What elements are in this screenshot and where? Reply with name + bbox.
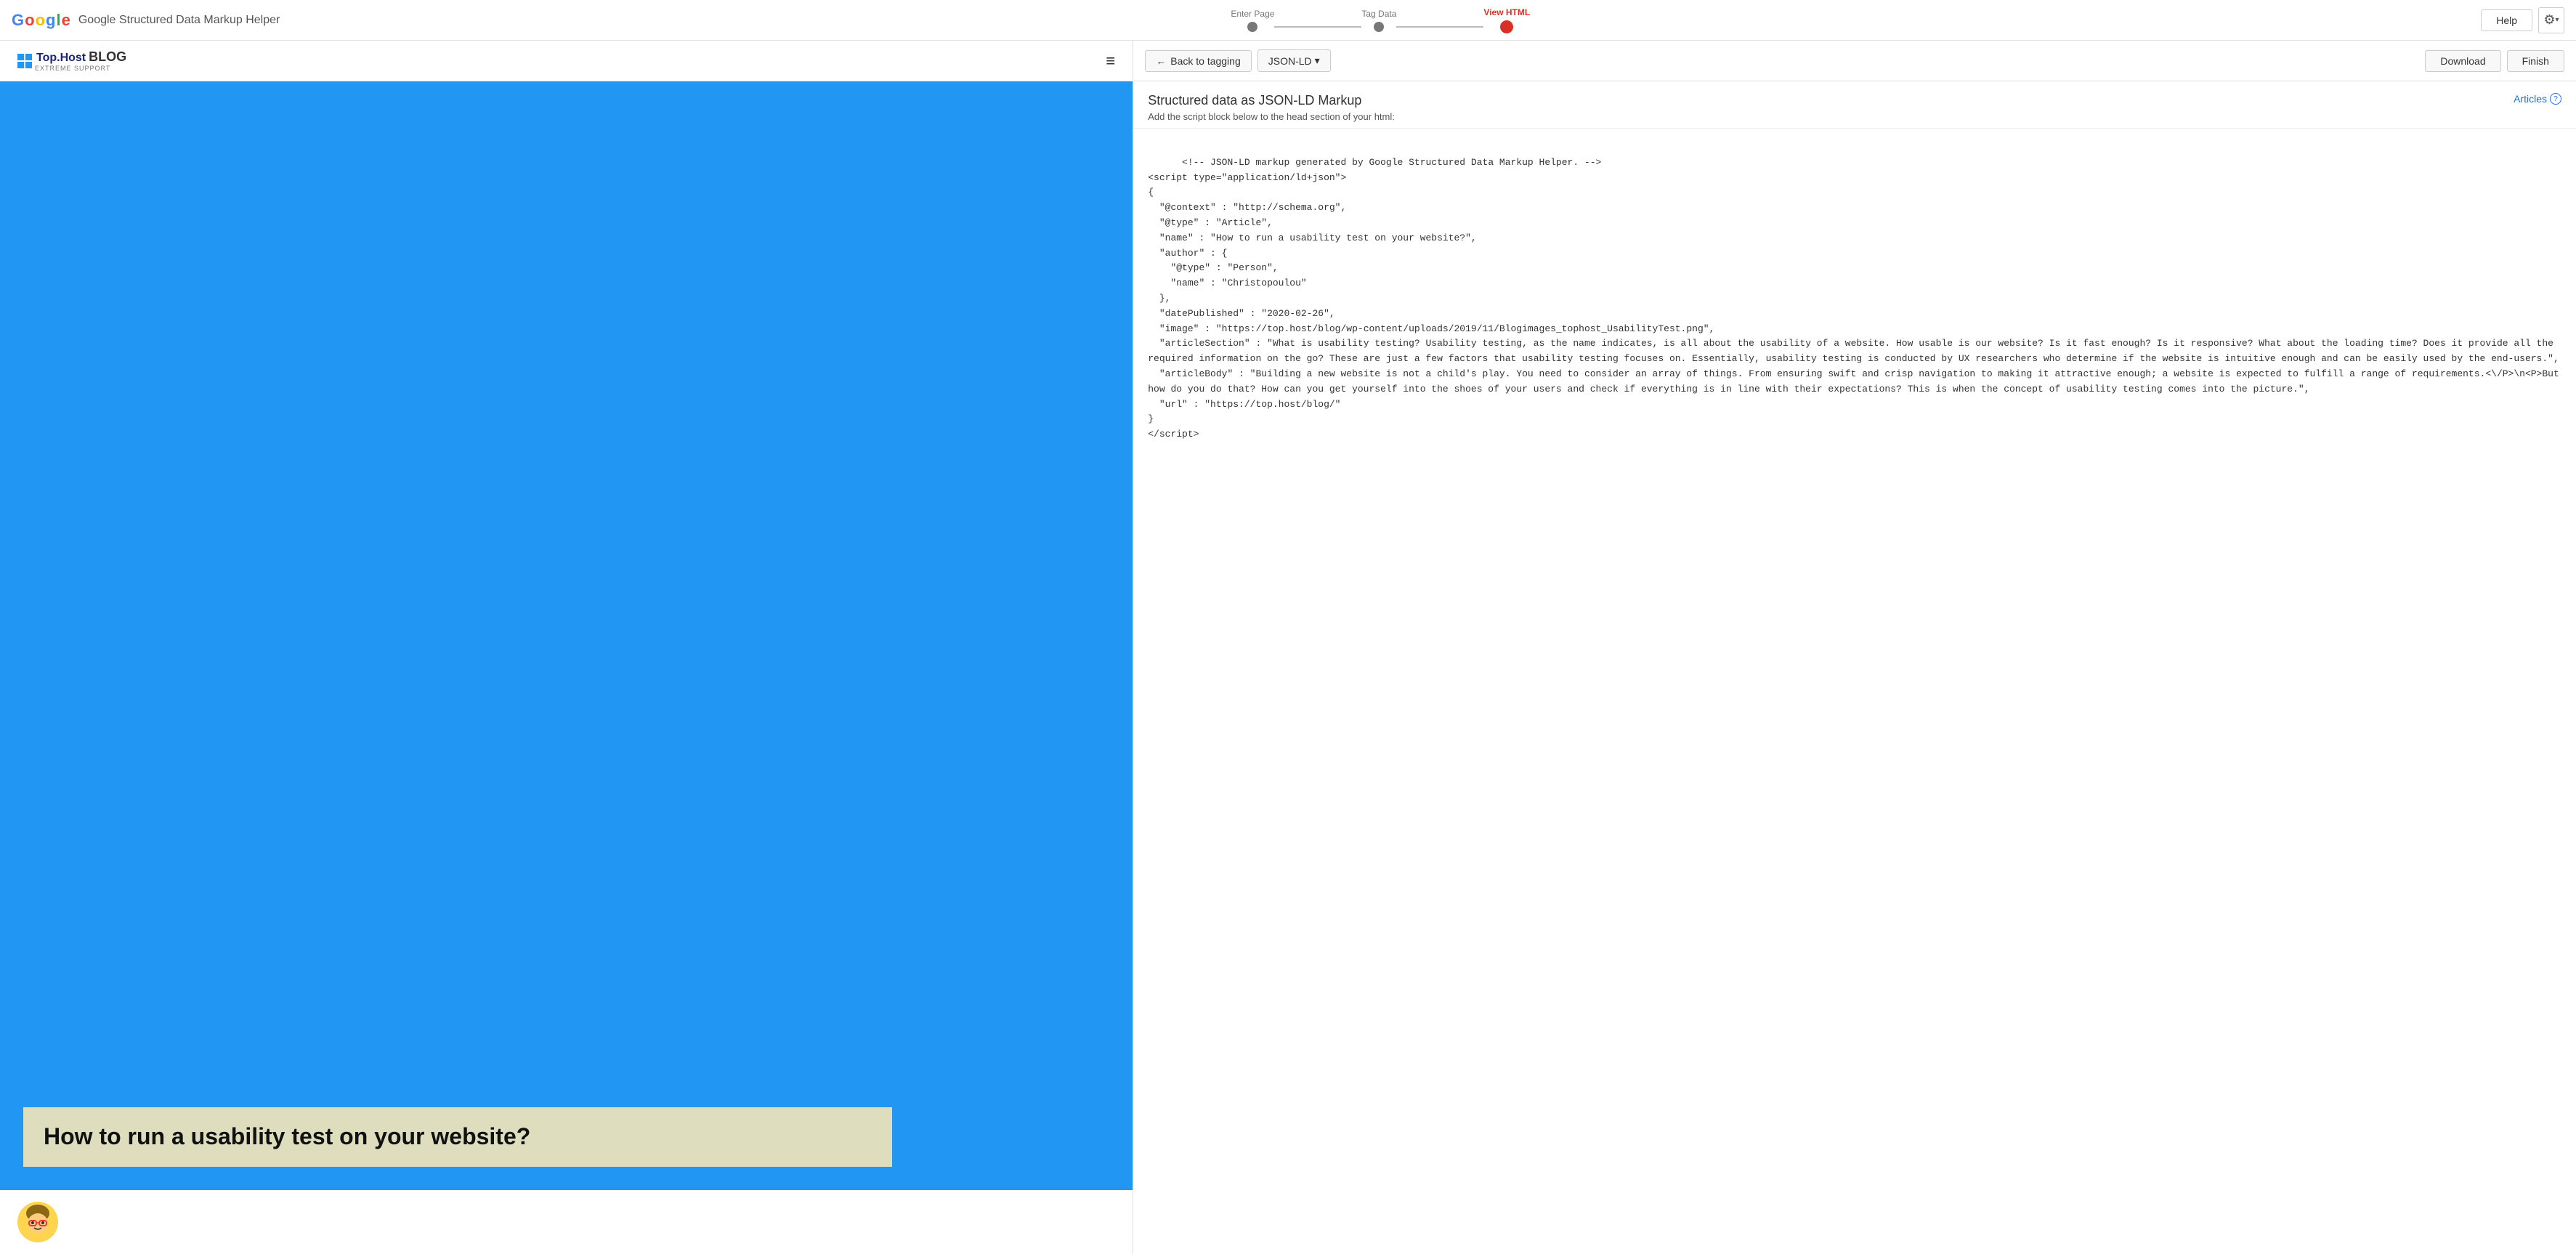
- logo-g2: g: [46, 11, 54, 30]
- articles-label: Articles: [2514, 93, 2547, 105]
- settings-icon: ⚙: [2543, 12, 2555, 28]
- code-block: <!-- JSON-LD markup generated by Google …: [1133, 129, 2576, 1254]
- help-circle-icon: ?: [2550, 93, 2561, 105]
- hero-title: How to run a usability test on your webs…: [44, 1123, 530, 1149]
- json-title: Structured data as JSON-LD Markup: [1148, 93, 1395, 108]
- help-button[interactable]: Help: [2481, 9, 2532, 31]
- code-content: <!-- JSON-LD markup generated by Google …: [1148, 157, 2564, 440]
- avatar: [17, 1202, 58, 1242]
- step-tag-data-label: Tag Data: [1361, 9, 1396, 19]
- hero-title-box: How to run a usability test on your webs…: [23, 1107, 892, 1167]
- progress-steps: Enter Page Tag Data View HTML: [1231, 7, 1530, 33]
- logo-cell-2: [25, 54, 32, 60]
- logo-e: e: [62, 11, 70, 30]
- author-area: [0, 1190, 1133, 1254]
- right-toolbar: ← Back to tagging JSON-LD ▾ Download Fin…: [1133, 41, 2576, 81]
- download-button[interactable]: Download: [2425, 50, 2500, 72]
- step-line-1: [1274, 26, 1361, 28]
- back-to-tagging-label: Back to tagging: [1170, 55, 1241, 67]
- step-enter-page-dot: [1247, 22, 1257, 32]
- settings-button[interactable]: ⚙ ▾: [2538, 7, 2564, 33]
- logo-o1: o: [25, 11, 33, 30]
- hamburger-icon[interactable]: ≡: [1106, 52, 1115, 70]
- top-nav-left: Google Google Structured Data Markup Hel…: [12, 11, 280, 30]
- blog-text: BLOG: [89, 49, 126, 65]
- step-enter-page-label: Enter Page: [1231, 9, 1274, 19]
- json-subtitle: Add the script block below to the head s…: [1148, 111, 1395, 122]
- site-logo-sub: EXTREME SUPPORT: [35, 65, 126, 72]
- site-logo-text: Top.Host: [36, 52, 86, 65]
- logo-cell-3: [17, 62, 24, 68]
- step-view-html-label: View HTML: [1483, 7, 1530, 17]
- logo-cell-4: [25, 62, 32, 68]
- back-to-tagging-button[interactable]: ← Back to tagging: [1145, 50, 1252, 72]
- logo-o2: o: [36, 11, 44, 30]
- hero-area: How to run a usability test on your webs…: [0, 81, 1133, 1190]
- step-tag-data-dot: [1374, 22, 1384, 32]
- top-nav: Google Google Structured Data Markup Hel…: [0, 0, 2576, 41]
- dropdown-icon: ▾: [1315, 54, 1320, 67]
- finish-button[interactable]: Finish: [2507, 50, 2564, 72]
- back-arrow-icon: ←: [1156, 55, 1166, 67]
- step-line-2: [1396, 26, 1483, 28]
- logo-cell-1: [17, 54, 24, 60]
- step-enter-page: Enter Page: [1231, 9, 1274, 32]
- logo-g: G: [12, 11, 23, 30]
- json-ld-label: JSON-LD: [1268, 55, 1312, 67]
- google-logo: Google: [12, 11, 70, 30]
- step-view-html: View HTML: [1483, 7, 1530, 33]
- left-panel: Top.Host BLOG EXTREME SUPPORT ≡ How to r…: [0, 41, 1133, 1254]
- json-ld-button[interactable]: JSON-LD ▾: [1257, 49, 1331, 72]
- chevron-down-icon: ▾: [2556, 16, 2559, 24]
- json-header: Structured data as JSON-LD Markup Add th…: [1133, 81, 2576, 129]
- site-header: Top.Host BLOG EXTREME SUPPORT ≡: [0, 41, 1133, 81]
- step-tag-data: Tag Data: [1361, 9, 1396, 32]
- top-nav-right: Help ⚙ ▾: [2481, 7, 2564, 33]
- step-view-html-dot: [1500, 20, 1513, 33]
- site-logo: Top.Host BLOG EXTREME SUPPORT: [17, 49, 126, 72]
- articles-link[interactable]: Articles ?: [2514, 93, 2561, 105]
- logo-l: l: [56, 11, 60, 30]
- main-area: Top.Host BLOG EXTREME SUPPORT ≡ How to r…: [0, 41, 2576, 1254]
- logo-grid-icon: [17, 54, 32, 68]
- avatar-image: [17, 1202, 58, 1242]
- json-header-left: Structured data as JSON-LD Markup Add th…: [1148, 93, 1395, 122]
- app-title: Google Structured Data Markup Helper: [78, 14, 280, 27]
- right-panel: ← Back to tagging JSON-LD ▾ Download Fin…: [1133, 41, 2576, 1254]
